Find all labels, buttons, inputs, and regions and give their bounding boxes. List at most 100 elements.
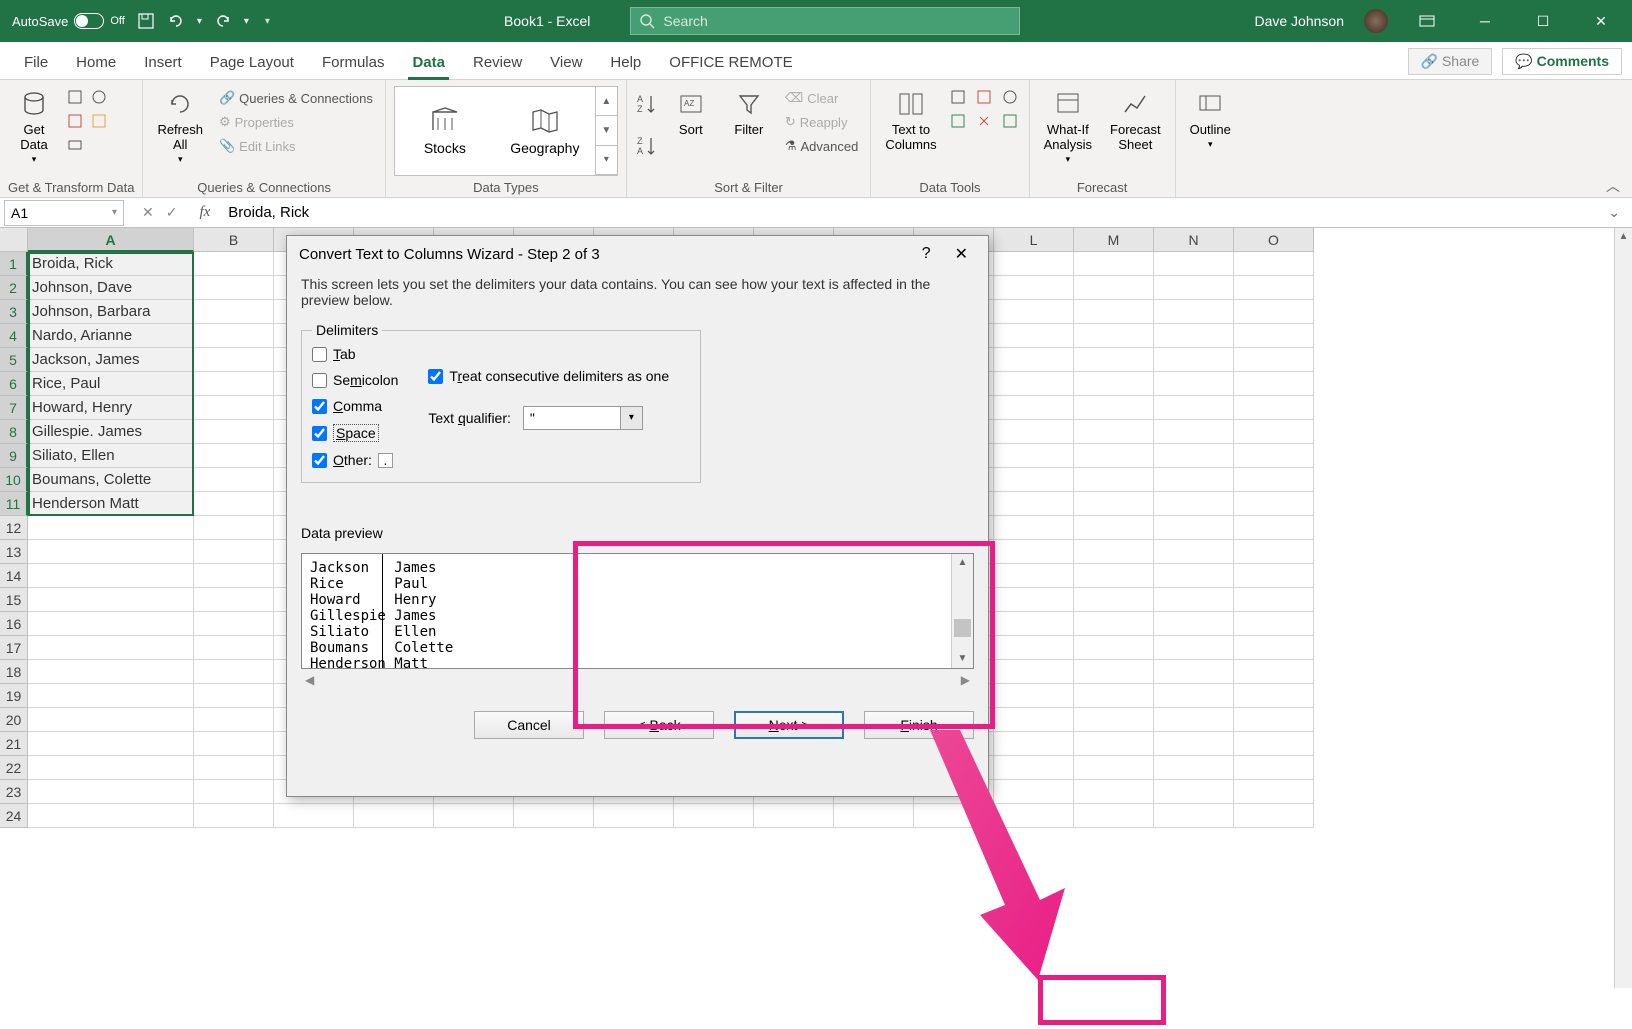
- cell[interactable]: [1154, 444, 1234, 468]
- row-header[interactable]: 2: [0, 276, 28, 300]
- cell[interactable]: [1234, 396, 1314, 420]
- column-header[interactable]: B: [194, 228, 274, 252]
- cell[interactable]: [1154, 348, 1234, 372]
- cell[interactable]: Johnson, Dave: [28, 276, 194, 300]
- cell[interactable]: [994, 732, 1074, 756]
- cell[interactable]: [674, 804, 754, 828]
- text-to-columns-button[interactable]: Text to Columns: [879, 84, 942, 156]
- cell[interactable]: [28, 516, 194, 540]
- delim-comma-checkbox[interactable]: Comma: [312, 398, 398, 414]
- close-icon[interactable]: ✕: [1582, 6, 1620, 36]
- cell[interactable]: Gillespie. James: [28, 420, 194, 444]
- cell[interactable]: [1234, 300, 1314, 324]
- cell[interactable]: [1234, 660, 1314, 684]
- next-button[interactable]: Next >: [734, 711, 844, 739]
- scroll-right-icon[interactable]: ▶: [961, 673, 970, 687]
- cell[interactable]: [1234, 372, 1314, 396]
- tab-data[interactable]: Data: [398, 46, 459, 79]
- cell[interactable]: [1154, 588, 1234, 612]
- cell[interactable]: [1154, 780, 1234, 804]
- search-box[interactable]: [630, 7, 1020, 35]
- ribbon-display-icon[interactable]: [1408, 6, 1446, 36]
- cell[interactable]: Broida, Rick: [28, 252, 194, 276]
- gallery-down-icon[interactable]: ▼: [595, 116, 617, 145]
- column-header[interactable]: A: [28, 228, 194, 252]
- cell[interactable]: [1074, 564, 1154, 588]
- search-input[interactable]: [663, 13, 1011, 29]
- row-header[interactable]: 11: [0, 492, 28, 516]
- cell[interactable]: [994, 372, 1074, 396]
- back-button[interactable]: < Back: [604, 711, 714, 739]
- data-validation-icon[interactable]: [1001, 88, 1019, 106]
- cell[interactable]: [1074, 732, 1154, 756]
- cell[interactable]: [194, 420, 274, 444]
- queries-connections-button[interactable]: 🔗Queries & Connections: [215, 88, 377, 108]
- cell[interactable]: [1074, 492, 1154, 516]
- select-all-corner[interactable]: [0, 228, 28, 252]
- cell[interactable]: [1234, 756, 1314, 780]
- delim-other-input[interactable]: [378, 453, 393, 468]
- cell[interactable]: [28, 684, 194, 708]
- cell[interactable]: [994, 516, 1074, 540]
- from-text-icon[interactable]: [66, 88, 84, 106]
- cell[interactable]: [28, 780, 194, 804]
- cancel-button[interactable]: Cancel: [474, 711, 584, 739]
- row-header[interactable]: 5: [0, 348, 28, 372]
- tab-formulas[interactable]: Formulas: [308, 46, 399, 79]
- row-header[interactable]: 13: [0, 540, 28, 564]
- tab-page-layout[interactable]: Page Layout: [196, 46, 308, 79]
- cell[interactable]: [1074, 804, 1154, 828]
- consolidate-icon[interactable]: [949, 112, 967, 130]
- filter-button[interactable]: Filter: [723, 84, 775, 141]
- cell[interactable]: [1234, 780, 1314, 804]
- scroll-thumb[interactable]: [954, 619, 971, 637]
- cell[interactable]: [1074, 300, 1154, 324]
- undo-icon[interactable]: [167, 12, 185, 30]
- scroll-up-icon[interactable]: ▲: [952, 554, 973, 572]
- cell[interactable]: [194, 300, 274, 324]
- cell[interactable]: [28, 612, 194, 636]
- column-header[interactable]: N: [1154, 228, 1234, 252]
- cell[interactable]: Johnson, Barbara: [28, 300, 194, 324]
- comments-button[interactable]: 💬 Comments: [1502, 48, 1622, 75]
- cell[interactable]: [994, 660, 1074, 684]
- cell[interactable]: [994, 708, 1074, 732]
- row-header[interactable]: 18: [0, 660, 28, 684]
- row-header[interactable]: 23: [0, 780, 28, 804]
- cell[interactable]: [1074, 780, 1154, 804]
- cell[interactable]: [194, 492, 274, 516]
- cell[interactable]: [1074, 348, 1154, 372]
- row-header[interactable]: 17: [0, 636, 28, 660]
- cell[interactable]: [1074, 708, 1154, 732]
- cell[interactable]: [194, 612, 274, 636]
- cell[interactable]: [194, 372, 274, 396]
- cell[interactable]: [1154, 636, 1234, 660]
- cell[interactable]: [1234, 612, 1314, 636]
- cell[interactable]: [994, 804, 1074, 828]
- scroll-down-icon[interactable]: ▼: [952, 650, 973, 668]
- cell[interactable]: [28, 588, 194, 612]
- cell[interactable]: [194, 684, 274, 708]
- gallery-more-icon[interactable]: ▾: [595, 146, 617, 175]
- cell[interactable]: Rice, Paul: [28, 372, 194, 396]
- cell[interactable]: [194, 708, 274, 732]
- cell[interactable]: [194, 324, 274, 348]
- cell[interactable]: [194, 804, 274, 828]
- cell[interactable]: [1234, 444, 1314, 468]
- cell[interactable]: [1154, 756, 1234, 780]
- row-header[interactable]: 24: [0, 804, 28, 828]
- cell[interactable]: [194, 756, 274, 780]
- cell[interactable]: [994, 324, 1074, 348]
- cell[interactable]: [1234, 588, 1314, 612]
- name-box[interactable]: A1 ▾: [4, 200, 124, 226]
- cell[interactable]: [1234, 348, 1314, 372]
- cell[interactable]: [1234, 804, 1314, 828]
- cell[interactable]: Siliato, Ellen: [28, 444, 194, 468]
- recent-icon[interactable]: [90, 112, 108, 130]
- redo-icon[interactable]: [214, 12, 232, 30]
- cell[interactable]: [1074, 324, 1154, 348]
- scroll-left-icon[interactable]: ◀: [305, 673, 314, 687]
- cell[interactable]: [594, 804, 674, 828]
- cell[interactable]: [28, 804, 194, 828]
- cell[interactable]: [834, 804, 914, 828]
